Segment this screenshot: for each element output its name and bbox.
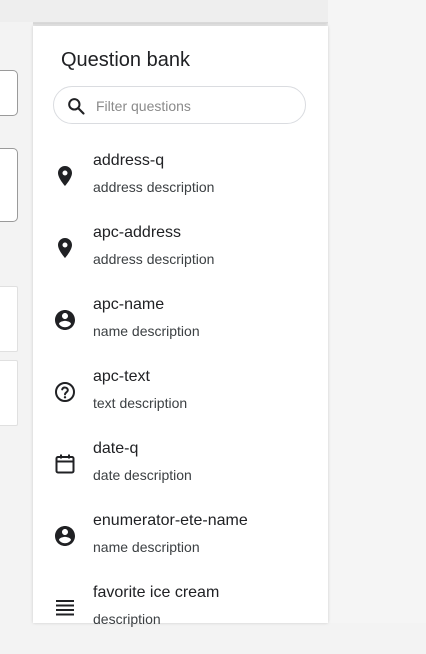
search-icon (66, 96, 86, 116)
list-lines-icon (53, 596, 77, 620)
panel-title: Question bank (61, 49, 190, 71)
question-bank-panel: Question bank address-q address descript… (33, 26, 328, 627)
top-app-bar (0, 0, 328, 23)
question-name: apc-name (93, 296, 165, 313)
question-name: apc-address (93, 224, 182, 241)
question-description: date description (93, 467, 192, 483)
question-description: description (93, 611, 161, 627)
option-card[interactable] (0, 360, 18, 426)
location-pin-icon (53, 236, 77, 260)
location-pin-icon (53, 164, 77, 188)
question-item-apc-text[interactable]: apc-text text description (33, 366, 328, 438)
question-name: apc-text (93, 368, 150, 385)
account-circle-icon (53, 524, 77, 548)
question-item-date-q[interactable]: date-q date description (33, 438, 328, 510)
option-card[interactable] (0, 286, 18, 352)
question-name: favorite ice cream (93, 584, 220, 601)
account-circle-icon (53, 308, 77, 332)
question-item-apc-name[interactable]: apc-name name description (33, 294, 328, 366)
help-circle-icon (53, 380, 77, 404)
question-description: address description (93, 251, 215, 267)
background-area (328, 0, 426, 623)
search-box[interactable] (53, 86, 306, 124)
question-name: date-q (93, 440, 139, 457)
search-input[interactable] (94, 95, 298, 117)
question-editor-area (0, 22, 33, 623)
question-item-enumerator-ete-name[interactable]: enumerator-ete-name name description (33, 510, 328, 582)
question-name: enumerator-ete-name (93, 512, 248, 529)
question-description: text description (93, 395, 188, 411)
question-item-address-q[interactable]: address-q address description (33, 150, 328, 222)
question-description: address description (93, 179, 215, 195)
question-description: name description (93, 323, 200, 339)
calendar-icon (53, 452, 77, 476)
question-item-favorite-ice-cream[interactable]: favorite ice cream description (33, 582, 328, 654)
text-field[interactable] (0, 70, 18, 116)
question-name: address-q (93, 152, 165, 169)
question-description: name description (93, 539, 200, 555)
question-item-apc-address[interactable]: apc-address address description (33, 222, 328, 294)
question-list: address-q address description apc-addres… (33, 150, 328, 654)
text-area-field[interactable] (0, 148, 18, 222)
